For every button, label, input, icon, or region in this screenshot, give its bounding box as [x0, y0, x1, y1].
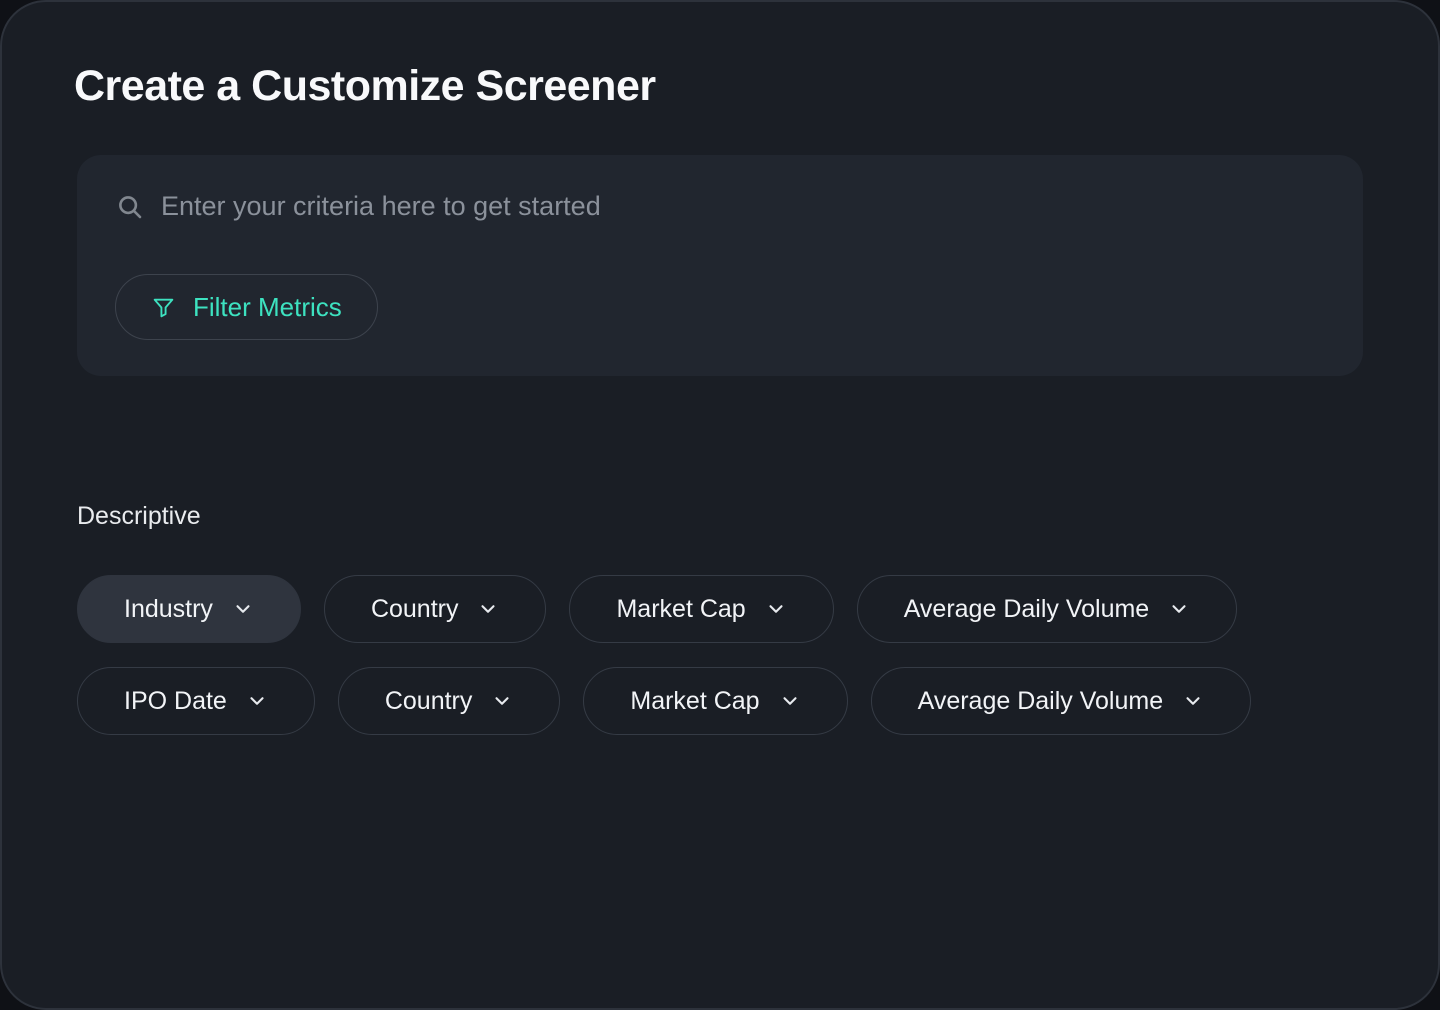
chip-row-1: Industry Country Market Cap: [77, 575, 1363, 643]
chevron-down-icon: [246, 690, 268, 712]
criteria-search-input[interactable]: [161, 187, 1325, 226]
chevron-down-icon: [477, 598, 499, 620]
chip-average-daily-volume[interactable]: Average Daily Volume: [871, 667, 1252, 735]
chevron-down-icon: [765, 598, 787, 620]
chip-label: Market Cap: [616, 595, 745, 624]
chip-country[interactable]: Country: [324, 575, 547, 643]
chevron-down-icon: [1168, 598, 1190, 620]
screener-window: Create a Customize Screener Filter M: [0, 0, 1440, 1010]
chip-market-cap[interactable]: Market Cap: [583, 667, 847, 735]
chip-label: Average Daily Volume: [904, 595, 1150, 624]
chip-label: Average Daily Volume: [918, 687, 1164, 716]
funnel-icon: [151, 295, 176, 320]
chip-row-2: IPO Date Country Market Cap: [77, 667, 1363, 735]
chevron-down-icon: [491, 690, 513, 712]
chip-market-cap[interactable]: Market Cap: [569, 575, 833, 643]
search-icon: [115, 192, 145, 222]
chevron-down-icon: [1182, 690, 1204, 712]
search-row: [115, 187, 1325, 226]
section-label-descriptive: Descriptive: [77, 502, 1363, 531]
chip-average-daily-volume[interactable]: Average Daily Volume: [857, 575, 1238, 643]
chip-label: Market Cap: [630, 687, 759, 716]
chevron-down-icon: [779, 690, 801, 712]
filter-metrics-label: Filter Metrics: [193, 292, 342, 323]
metric-chip-rows: Industry Country Market Cap: [77, 575, 1363, 735]
chip-industry[interactable]: Industry: [77, 575, 301, 643]
chip-ipo-date[interactable]: IPO Date: [77, 667, 315, 735]
chip-label: IPO Date: [124, 687, 227, 716]
filter-metrics-button[interactable]: Filter Metrics: [115, 274, 378, 340]
screener-content: Create a Customize Screener Filter M: [2, 62, 1438, 735]
page-title: Create a Customize Screener: [74, 62, 1363, 111]
chevron-down-icon: [232, 598, 254, 620]
chip-country[interactable]: Country: [338, 667, 561, 735]
chip-label: Industry: [124, 595, 213, 624]
chip-label: Country: [385, 687, 473, 716]
chip-label: Country: [371, 595, 459, 624]
criteria-panel: Filter Metrics: [77, 155, 1363, 376]
